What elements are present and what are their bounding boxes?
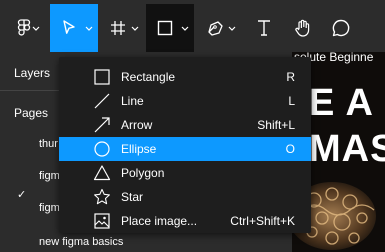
menu-item-star[interactable]: Star <box>59 185 311 209</box>
canvas-big-text-line2: MAS <box>309 128 385 170</box>
line-icon <box>94 93 110 109</box>
menu-item-shortcut: O <box>285 142 295 156</box>
menu-item-label: Rectangle <box>121 70 176 84</box>
shape-tool-menu: Rectangle R Line L Arrow Shift+L Ellipse… <box>59 57 311 233</box>
page-item[interactable]: figm <box>39 170 60 182</box>
shape-tool-button[interactable] <box>146 4 194 52</box>
checkmark-icon: ✓ <box>17 189 27 201</box>
page-item-current[interactable]: new figma basics <box>39 236 123 248</box>
arrow-icon <box>94 117 110 133</box>
page-item[interactable]: thur <box>39 138 58 150</box>
menu-item-label: Place image... <box>121 214 198 228</box>
comment-bubble-icon <box>332 19 350 37</box>
chevron-down-icon <box>131 26 139 31</box>
pen-nib-icon <box>208 21 223 36</box>
menu-item-label: Line <box>121 94 144 108</box>
page-item[interactable]: figm <box>39 202 60 214</box>
toolbar <box>0 0 385 52</box>
chevron-down-icon <box>228 26 236 31</box>
image-icon <box>94 213 110 229</box>
cursor-arrow-icon <box>63 20 75 34</box>
menu-item-shortcut: Ctrl+Shift+K <box>230 214 295 228</box>
comment-tool-button[interactable] <box>324 4 358 52</box>
polygon-icon <box>93 165 111 181</box>
rectangle-icon <box>94 69 110 85</box>
menu-item-shortcut: R <box>286 70 295 84</box>
layers-tab[interactable]: Layers <box>14 66 50 80</box>
hash-frame-icon <box>111 21 125 35</box>
ellipse-icon <box>94 141 110 157</box>
menu-item-label: Star <box>121 190 144 204</box>
menu-item-line[interactable]: Line L <box>59 89 311 113</box>
menu-item-ellipse[interactable]: Ellipse O <box>59 137 311 161</box>
text-tool-button[interactable] <box>246 4 282 52</box>
menu-item-label: Ellipse <box>121 142 157 156</box>
square-icon <box>157 20 173 36</box>
star-icon <box>94 188 110 205</box>
menu-item-label: Arrow <box>121 118 153 132</box>
pen-tool-button[interactable] <box>198 4 244 52</box>
menu-item-shortcut: L <box>288 94 295 108</box>
hand-tool-button[interactable] <box>286 4 320 52</box>
move-tool-button[interactable] <box>50 4 98 52</box>
menu-item-arrow[interactable]: Arrow Shift+L <box>59 113 311 137</box>
pages-heading: Pages <box>14 106 49 120</box>
panel-divider <box>0 90 62 91</box>
main-menu-button[interactable] <box>0 4 48 52</box>
chevron-down-icon <box>85 26 93 31</box>
figma-logo-icon <box>17 19 31 36</box>
frame-tool-button[interactable] <box>98 4 146 52</box>
menu-item-rectangle[interactable]: Rectangle R <box>59 65 311 89</box>
menu-item-shortcut: Shift+L <box>257 118 295 132</box>
chevron-down-icon <box>181 26 189 31</box>
text-t-icon <box>258 20 270 36</box>
chevron-down-icon <box>32 26 40 31</box>
menu-item-polygon[interactable]: Polygon <box>59 161 311 185</box>
left-panel: Layers Pages thur figm figm <box>0 52 62 252</box>
menu-item-label: Polygon <box>121 166 165 180</box>
hand-icon <box>295 19 310 37</box>
canvas-big-text-line1: E A <box>309 82 374 124</box>
menu-item-place-image[interactable]: Place image... Ctrl+Shift+K <box>59 209 311 233</box>
